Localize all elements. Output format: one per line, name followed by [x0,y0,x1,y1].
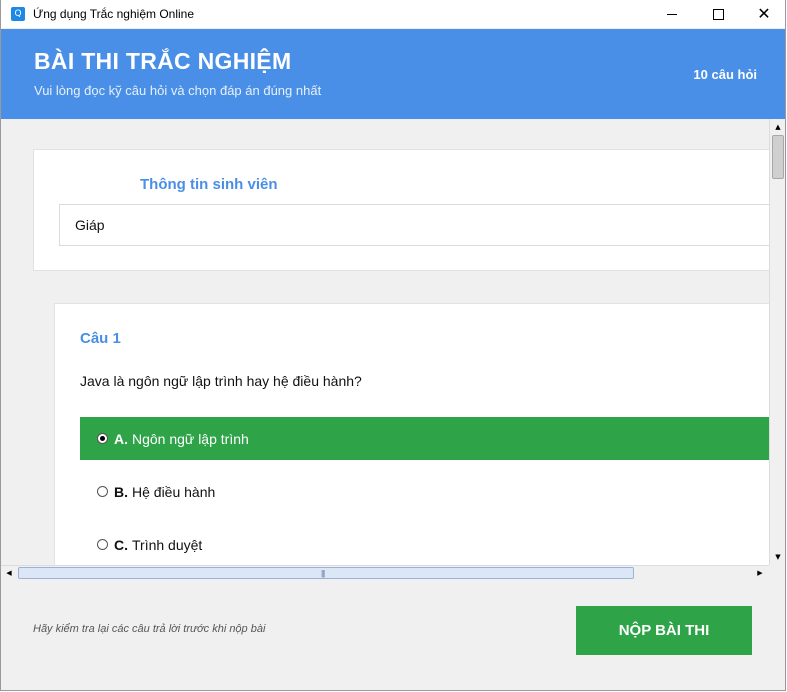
maximize-button[interactable] [695,0,741,28]
footer-note: Hãy kiểm tra lại các câu trả lời trước k… [33,623,266,635]
question-count: 10 câu hỏi [693,67,757,82]
student-name-input[interactable] [59,204,769,246]
scroll-down-arrow-icon[interactable]: ▼ [770,549,785,565]
scroll-viewport: Thông tin sinh viên Câu 1 Java là ngôn n… [1,119,769,565]
header-banner: BÀI THI TRẮC NGHIỆM Vui lòng đọc kỹ câu … [1,29,785,119]
scroll-left-arrow-icon[interactable]: ◀ [1,566,17,581]
radio-button-c[interactable] [97,539,108,550]
window-title: Ứng dụng Trắc nghiệm Online [33,7,195,21]
minimize-button[interactable] [649,0,695,28]
radio-button-b[interactable] [97,486,108,497]
student-info-panel: Thông tin sinh viên [33,149,769,271]
app-icon: Q [11,7,25,21]
grip-icon: ||| [321,569,325,578]
option-letter: C. [114,536,128,553]
option-label: Ngôn ngữ lập trình [132,430,249,447]
page-title: BÀI THI TRẮC NGHIỆM [34,48,292,74]
student-info-heading: Thông tin sinh viên [140,176,278,193]
option-letter: B. [114,483,128,500]
page-subtitle: Vui lòng đọc kỹ câu hỏi và chọn đáp án đ… [34,83,322,98]
app-window: Q Ứng dụng Trắc nghiệm Online ✕ BÀI THI … [0,0,786,691]
horizontal-scroll-thumb[interactable]: ||| [18,567,634,579]
submit-button[interactable]: NỘP BÀI THI [576,606,752,655]
vertical-scroll-thumb[interactable] [772,135,784,179]
vertical-scrollbar[interactable]: ▲ ▼ [769,119,785,565]
answer-option-c[interactable]: C. Trình duyệt [80,523,769,565]
question-number: Câu 1 [80,330,121,347]
close-button[interactable]: ✕ [741,0,785,28]
title-bar[interactable]: Q Ứng dụng Trắc nghiệm Online ✕ [1,0,785,28]
scroll-up-arrow-icon[interactable]: ▲ [770,119,785,135]
answer-option-b[interactable]: B. Hệ điều hành [80,470,769,513]
option-label: Hệ điều hành [132,483,216,500]
scrollbar-corner [769,565,785,581]
radio-button-a[interactable] [97,433,108,444]
question-text: Java là ngôn ngữ lập trình hay hệ điều h… [80,373,362,389]
option-letter: A. [114,430,128,447]
answer-option-a[interactable]: A. Ngôn ngữ lập trình [80,417,769,460]
minimize-icon [667,13,677,15]
option-label: Trình duyệt [132,536,203,553]
maximize-icon [712,8,724,20]
question-panel: Câu 1 Java là ngôn ngữ lập trình hay hệ … [54,303,769,565]
horizontal-scrollbar[interactable]: ◀ ||| ▶ [1,565,769,581]
scroll-right-arrow-icon[interactable]: ▶ [752,566,768,581]
footer-bar: Hãy kiểm tra lại các câu trả lời trước k… [1,581,785,690]
close-icon: ✕ [757,4,771,23]
